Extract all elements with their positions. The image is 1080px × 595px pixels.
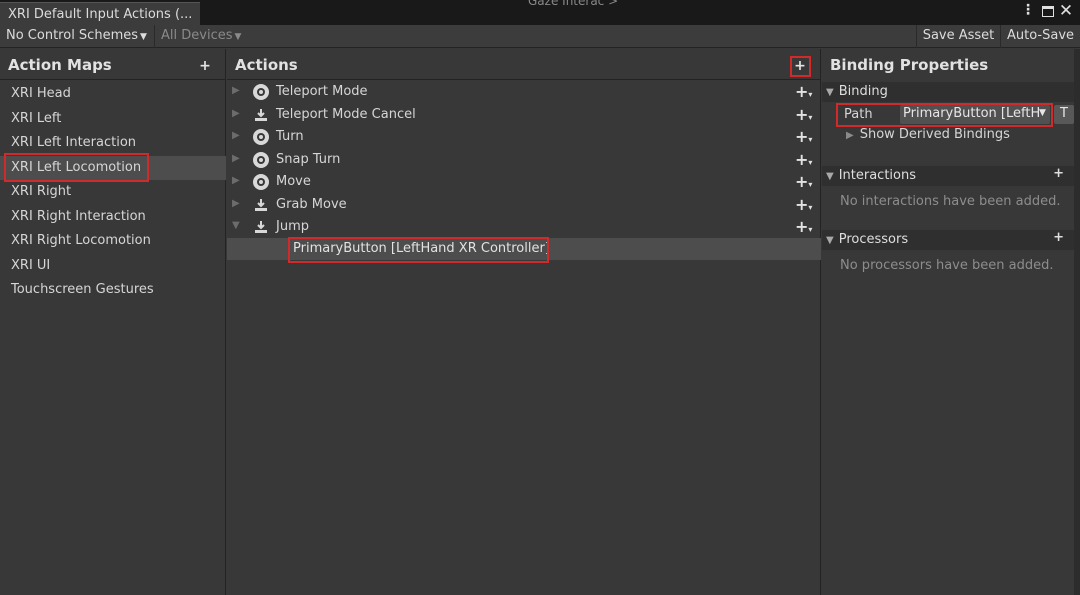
- value-action-icon: [253, 174, 269, 190]
- binding-properties-header: Binding Properties: [822, 49, 1080, 80]
- collapse-arrow-icon: ▼: [826, 171, 834, 182]
- kebab-menu-icon[interactable]: ⋮: [1021, 2, 1035, 22]
- actions-title: Actions: [235, 56, 298, 74]
- expand-arrow-icon[interactable]: ▶: [232, 153, 240, 164]
- expand-arrow-icon[interactable]: ▶: [232, 130, 240, 141]
- scrollbar-track[interactable]: [1074, 49, 1080, 595]
- action-maps-header: Action Maps: [0, 49, 225, 80]
- processors-label: Processors: [838, 232, 909, 247]
- binding-section-label: Binding: [838, 84, 888, 99]
- binding-section-header[interactable]: ▼ Binding: [822, 82, 1076, 102]
- actions-pane: Actions + ▶ Teleport Mode +▾ ▶ Teleport …: [227, 49, 821, 595]
- value-action-icon: [253, 84, 269, 100]
- expand-arrow-icon[interactable]: ▶: [232, 198, 240, 209]
- collapse-arrow-icon: ▼: [826, 235, 834, 246]
- add-action-map-button[interactable]: +: [198, 58, 212, 74]
- text-mode-button[interactable]: T: [1054, 105, 1074, 124]
- control-scheme-dropdown[interactable]: No Control Schemes ▼: [0, 25, 152, 48]
- show-derived-bindings-foldout[interactable]: ▶ Show Derived Bindings: [846, 127, 1010, 142]
- value-action-icon: [253, 151, 269, 168]
- control-scheme-label: No Control Schemes: [6, 28, 139, 43]
- collapse-arrow-icon[interactable]: ▼: [232, 220, 240, 231]
- expand-arrow-icon[interactable]: ▶: [232, 85, 240, 96]
- action-map-item[interactable]: XRI Left: [0, 107, 226, 132]
- action-map-item[interactable]: XRI Right Locomotion: [0, 229, 226, 254]
- expand-arrow-icon[interactable]: ▶: [232, 108, 240, 119]
- button-action-icon: [255, 198, 267, 211]
- action-label: Grab Move: [276, 196, 347, 212]
- window-tab[interactable]: XRI Default Input Actions (...: [0, 2, 200, 25]
- highlight-box: [288, 237, 549, 263]
- show-derived-label: Show Derived Bindings: [859, 127, 1010, 142]
- action-row[interactable]: ▶ Teleport Mode +▾: [227, 81, 821, 104]
- add-binding-button[interactable]: +▾: [795, 150, 812, 169]
- interactions-label: Interactions: [838, 168, 917, 183]
- add-binding-button[interactable]: +▾: [795, 172, 812, 191]
- action-row[interactable]: ▶ Move +▾: [227, 171, 821, 194]
- close-icon[interactable]: ✕: [1058, 1, 1074, 21]
- action-label: Move: [276, 174, 311, 189]
- highlight-box: [836, 103, 1053, 127]
- action-row[interactable]: ▶ Teleport Mode Cancel +▾: [227, 104, 821, 127]
- action-label: Snap Turn: [276, 151, 341, 167]
- save-asset-button[interactable]: Save Asset: [916, 25, 1000, 48]
- interactions-section-header[interactable]: ▼ Interactions +: [822, 166, 1076, 186]
- devices-dropdown[interactable]: All Devices ▼: [154, 25, 246, 48]
- processors-empty-message: No processors have been added.: [840, 258, 1054, 273]
- background-window-peek: Gaze Interac >: [528, 0, 619, 8]
- add-binding-button[interactable]: +▾: [795, 105, 812, 124]
- highlight-box: [4, 153, 149, 182]
- action-label: Jump: [276, 219, 309, 234]
- binding-properties-pane: Binding Properties ▼ Binding Path Primary…: [822, 49, 1080, 595]
- action-row[interactable]: ▶ Snap Turn +▾: [227, 149, 821, 172]
- action-map-item[interactable]: XRI Right: [0, 180, 226, 205]
- action-map-item[interactable]: XRI Right Interaction: [0, 205, 226, 230]
- action-label: Turn: [276, 129, 304, 144]
- add-interaction-button[interactable]: +: [1053, 166, 1064, 181]
- action-map-item[interactable]: XRI Left Interaction: [0, 131, 226, 156]
- action-row[interactable]: ▼ Jump +▾: [227, 216, 821, 239]
- action-label: Teleport Mode: [276, 84, 368, 99]
- processors-section-header[interactable]: ▼ Processors +: [822, 230, 1076, 250]
- add-processor-button[interactable]: +: [1053, 230, 1064, 245]
- add-binding-button[interactable]: +▾: [795, 217, 812, 236]
- maximize-icon[interactable]: [1042, 6, 1054, 17]
- action-row[interactable]: ▶ Turn +▾: [227, 126, 821, 149]
- expand-arrow-icon: ▶: [846, 130, 854, 141]
- action-map-item[interactable]: XRI UI: [0, 254, 226, 279]
- chevron-down-icon: ▼: [140, 32, 147, 42]
- value-action-icon: [253, 129, 269, 145]
- actions-header: Actions: [227, 49, 820, 80]
- button-action-icon: [255, 221, 267, 233]
- add-binding-button[interactable]: +▾: [795, 195, 812, 214]
- action-map-item[interactable]: Touchscreen Gestures: [0, 278, 226, 303]
- interactions-empty-message: No interactions have been added.: [840, 194, 1061, 209]
- auto-save-toggle[interactable]: Auto-Save: [1000, 25, 1080, 48]
- devices-label: All Devices: [161, 28, 233, 43]
- chevron-down-icon: ▼: [234, 32, 242, 42]
- add-binding-button[interactable]: +▾: [795, 82, 812, 101]
- binding-properties-title: Binding Properties: [830, 56, 989, 74]
- expand-arrow-icon[interactable]: ▶: [232, 175, 240, 186]
- action-maps-pane: Action Maps + XRI Head XRI Left XRI Left…: [0, 49, 226, 595]
- collapse-arrow-icon: ▼: [826, 87, 834, 98]
- highlight-box: [790, 56, 811, 77]
- action-map-item[interactable]: XRI Head: [0, 82, 226, 107]
- action-row[interactable]: ▶ Grab Move +▾: [227, 194, 821, 217]
- action-label: Teleport Mode Cancel: [276, 106, 416, 122]
- action-maps-title: Action Maps: [8, 56, 112, 74]
- add-binding-button[interactable]: +▾: [795, 127, 812, 146]
- button-action-icon: [255, 108, 267, 121]
